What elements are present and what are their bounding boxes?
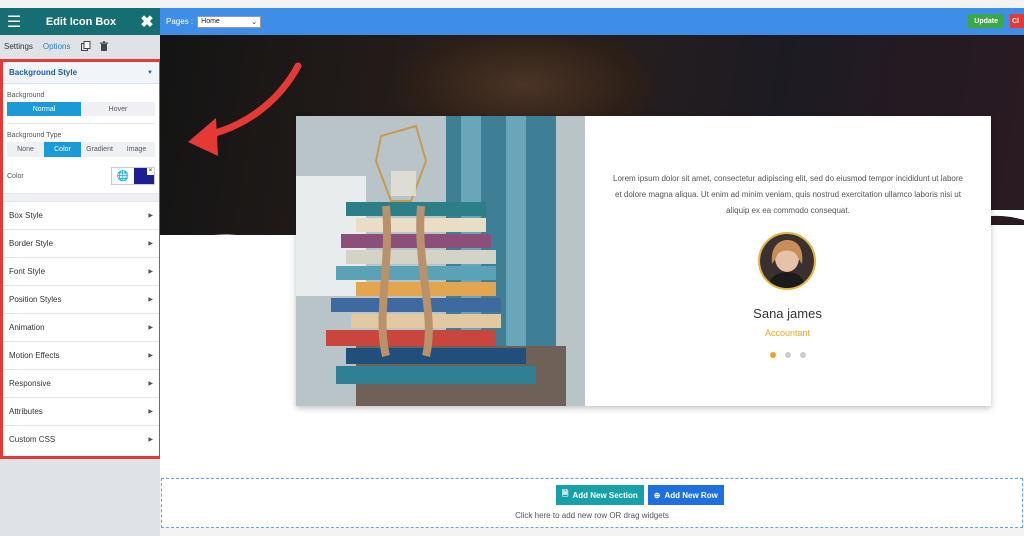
page-select[interactable]: Home ⌄ — [197, 15, 262, 28]
background-type-label: Background Type — [7, 132, 62, 139]
caret-right-icon: ▶ — [148, 325, 153, 331]
clear-color-icon[interactable]: × — [147, 168, 154, 175]
caret-right-icon: ▶ — [148, 297, 153, 303]
accordion-font-style[interactable]: Font Style ▶ — [3, 257, 159, 285]
caret-right-icon: ▶ — [148, 241, 153, 247]
caret-right-icon: ▶ — [148, 213, 153, 219]
person-name: Sana james — [753, 306, 822, 321]
sidebar-header: ☰ Edit Icon Box ✖ — [0, 8, 160, 35]
chevron-down-icon: ⌄ — [251, 18, 258, 26]
accordion-label: Border Style — [9, 239, 54, 248]
testimonial-text: Lorem ipsum dolor sit amet, consectetur … — [613, 174, 963, 215]
accordion-attributes[interactable]: Attributes ▶ — [3, 397, 159, 425]
accordion-label: Custom CSS — [9, 435, 56, 444]
close-icon[interactable]: ✖ — [134, 12, 160, 32]
color-label: Color — [7, 172, 24, 180]
background-label: Background — [7, 92, 45, 99]
page-builder: ☰ Edit Icon Box ✖ Settings Options Backg… — [0, 0, 1024, 536]
color-row: Color 🌐 × — [3, 163, 159, 189]
globe-icon[interactable]: 🌐 — [112, 168, 134, 184]
page-select-value: Home — [201, 18, 220, 25]
avatar — [758, 232, 816, 290]
plus-circle-icon: ⊕ — [653, 490, 661, 500]
background-state-tabs: Normal Hover — [7, 102, 155, 116]
close-editor-button[interactable]: Cl — [1010, 14, 1024, 28]
tab-normal[interactable]: Normal — [7, 102, 81, 116]
caret-down-icon: ▼ — [147, 69, 153, 76]
add-new-section-label: Add New Section — [572, 490, 638, 500]
accordion-box-style[interactable]: Box Style ▶ — [3, 201, 159, 229]
carousel-dot-active[interactable] — [770, 352, 776, 358]
caret-right-icon: ▶ — [148, 409, 153, 415]
accordion-border-style[interactable]: Border Style ▶ — [3, 229, 159, 257]
add-new-row-label: Add New Row — [664, 490, 718, 500]
dropzone-hint: Click here to add new row OR drag widget… — [515, 511, 669, 520]
accordion-label: Box Style — [9, 211, 43, 220]
tab-image[interactable]: Image — [118, 142, 155, 157]
tab-settings[interactable]: Settings — [4, 42, 33, 51]
accordion-responsive[interactable]: Responsive ▶ — [3, 369, 159, 397]
carousel-dot[interactable] — [785, 352, 791, 358]
accordion-animation[interactable]: Animation ▶ — [3, 313, 159, 341]
add-new-section-button[interactable]: 🗎 Add New Section — [556, 485, 644, 505]
testimonial-body: Lorem ipsum dolor sit amet, consectetur … — [585, 116, 991, 406]
tab-gradient[interactable]: Gradient — [81, 142, 118, 157]
carousel-dot[interactable] — [800, 352, 806, 358]
background-style-title: Background Style — [9, 68, 78, 77]
document-icon: 🗎 — [562, 489, 569, 498]
books-illustration — [296, 116, 585, 406]
tab-hover[interactable]: Hover — [81, 102, 155, 116]
person-role: Accountant — [764, 328, 811, 338]
color-picker[interactable]: 🌐 × — [111, 167, 155, 185]
trash-icon[interactable] — [98, 40, 110, 52]
color-swatch[interactable]: × — [134, 168, 154, 184]
accordion-label: Position Styles — [9, 295, 62, 304]
accordion-label: Attributes — [9, 407, 43, 416]
background-type-tabs: None Color Gradient Image — [7, 142, 155, 157]
add-section-dropzone[interactable]: 🗎 Add New Section ⊕ Add New Row Click he… — [161, 478, 1023, 528]
add-new-row-button[interactable]: ⊕ Add New Row — [647, 485, 724, 505]
accordion-position-styles[interactable]: Position Styles ▶ — [3, 285, 159, 313]
pages-label: Pages : — [166, 17, 194, 26]
sidebar-title: Edit Icon Box — [45, 15, 117, 28]
accordion-label: Motion Effects — [9, 351, 60, 360]
options-panel-highlight: Background Style ▼ Background Normal Hov… — [0, 59, 162, 459]
add-buttons: 🗎 Add New Section ⊕ Add New Row — [556, 485, 724, 505]
editor-sidebar: ☰ Edit Icon Box ✖ Settings Options Backg… — [0, 8, 162, 536]
books-photo — [296, 116, 585, 406]
caret-right-icon: ▶ — [148, 353, 153, 359]
tab-none[interactable]: None — [7, 142, 44, 157]
carousel-dots — [770, 352, 815, 358]
background-style-header[interactable]: Background Style ▼ — [3, 62, 159, 84]
sidebar-tabs: Settings Options — [0, 35, 160, 57]
accordion-label: Animation — [9, 323, 45, 332]
copy-icon[interactable] — [80, 40, 92, 52]
style-accordion: Box Style ▶ Border Style ▶ Font Style ▶ Pos… — [3, 201, 159, 453]
caret-right-icon: ▶ — [148, 381, 153, 387]
top-toolbar: Pages : Home ⌄ Update Cl — [160, 8, 1024, 35]
caret-right-icon: ▶ — [148, 437, 153, 443]
accordion-label: Responsive — [9, 379, 51, 388]
update-button[interactable]: Update — [968, 14, 1004, 28]
accordion-custom-css[interactable]: Custom CSS ▶ — [3, 425, 159, 453]
accordion-motion-effects[interactable]: Motion Effects ▶ — [3, 341, 159, 369]
accordion-label: Font Style — [9, 267, 46, 276]
tab-options[interactable]: Options — [43, 42, 71, 51]
caret-right-icon: ▶ — [148, 269, 153, 275]
red-arrow-annotation — [188, 62, 302, 156]
testimonial-card[interactable]: Lorem ipsum dolor sit amet, consectetur … — [296, 116, 991, 406]
menu-icon[interactable]: ☰ — [0, 12, 28, 32]
tab-color[interactable]: Color — [44, 142, 81, 157]
person-avatar-icon — [760, 234, 814, 288]
